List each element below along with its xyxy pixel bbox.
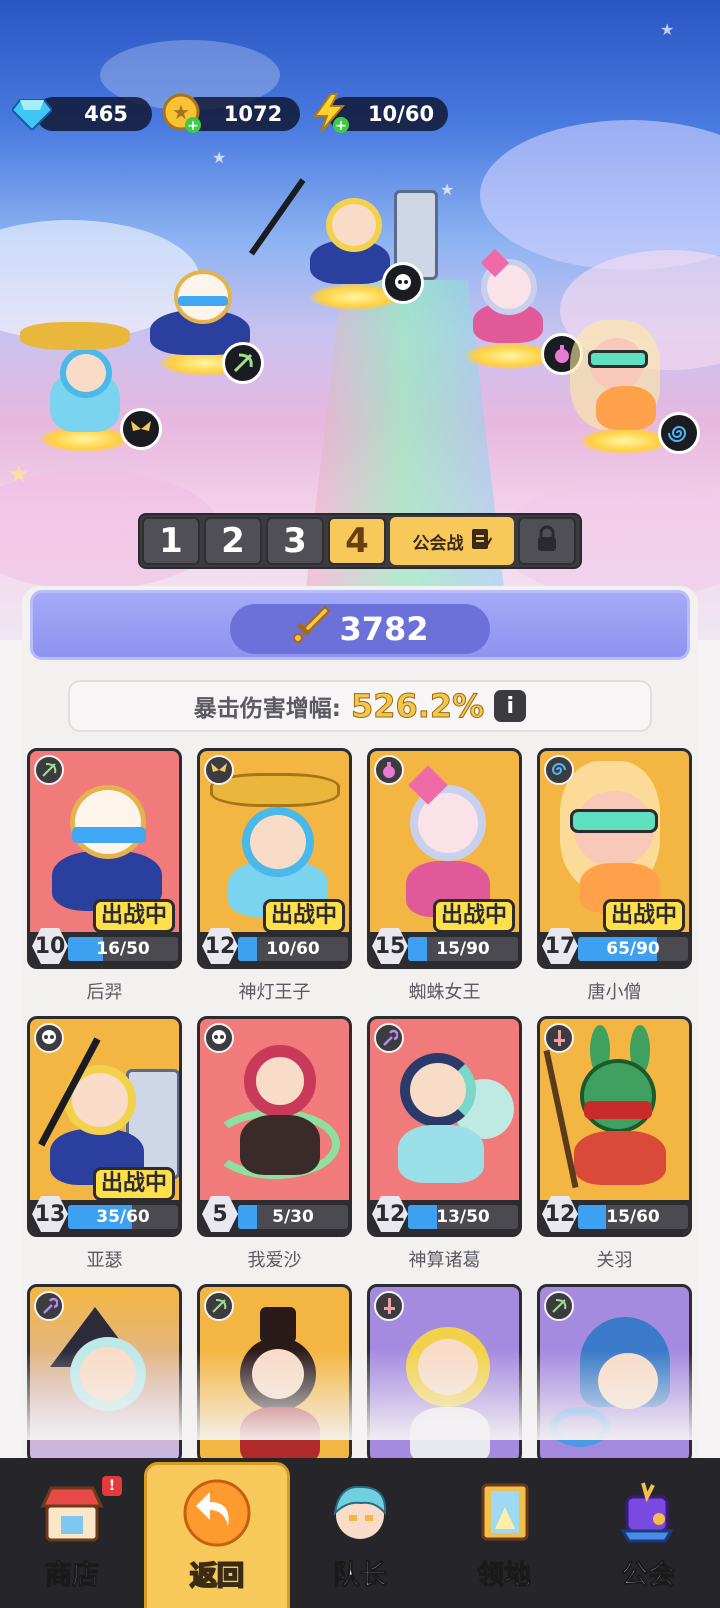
info-icon[interactable]: i <box>494 690 527 722</box>
tab-guild-war[interactable]: 公会战 <box>390 517 514 565</box>
shard-progress: 35/60 <box>68 1205 178 1229</box>
captain-icon <box>325 1479 395 1545</box>
crit-value: 526.2% <box>350 687 485 726</box>
guild-war-label: 公会战 <box>412 533 464 554</box>
gold-value: 1072 <box>223 102 283 126</box>
hero-card[interactable]: 出战中 15 15/90 <box>367 748 522 969</box>
in-battle-tag: 出战中 <box>432 899 515 933</box>
scene-hero-monk[interactable] <box>570 320 720 460</box>
nav-shop[interactable]: 商店 <box>0 1458 144 1608</box>
back-arrow-icon <box>182 1479 252 1547</box>
hero-card[interactable]: 12 15/60 <box>537 1016 692 1237</box>
lock-icon <box>535 525 559 557</box>
diamond-value: 465 <box>84 102 128 126</box>
in-battle-tag: 出战中 <box>92 1167 175 1201</box>
guild-icon <box>613 1479 683 1545</box>
hero-name: 关羽 <box>596 1250 633 1271</box>
hero-card[interactable]: 5 5/30 <box>197 1016 352 1237</box>
power-value: 3782 <box>339 610 429 648</box>
hero-card[interactable]: 12 13/50 <box>367 1016 522 1237</box>
crit-damage-bar: 暴击伤害增幅: 526.2% i <box>68 680 652 732</box>
hero-name: 后羿 <box>86 982 123 1003</box>
energy-add-icon[interactable]: + <box>308 91 352 135</box>
hero-name: 蜘蛛女王 <box>408 982 481 1003</box>
bow-icon <box>34 755 64 785</box>
wings-icon <box>120 408 162 450</box>
hero-name: 神算诸葛 <box>408 1250 481 1271</box>
svg-text:+: + <box>187 118 199 134</box>
sword-icon <box>291 605 331 653</box>
shard-progress: 13/50 <box>408 1205 518 1229</box>
crit-label: 暴击伤害增幅: <box>193 696 341 722</box>
lock-tab[interactable] <box>518 517 576 565</box>
hero-card[interactable]: 出战中 12 10/60 <box>197 748 352 969</box>
spiral-icon <box>658 412 700 454</box>
tab-team-1[interactable]: 1 <box>142 517 200 565</box>
tab-team-4[interactable]: 4 <box>328 517 386 565</box>
skull-icon <box>34 1023 64 1053</box>
shop-icon <box>37 1479 107 1545</box>
tab-team-2[interactable]: 2 <box>204 517 262 565</box>
diamond-icon <box>10 91 54 135</box>
shard-progress: 16/50 <box>68 937 178 961</box>
nav-captain[interactable]: 队长 <box>288 1458 432 1608</box>
wand-icon <box>34 1291 64 1321</box>
team-tabs: 1 2 3 4 公会战 <box>138 513 582 569</box>
bow-icon <box>544 1291 574 1321</box>
potion-icon <box>374 755 404 785</box>
in-battle-tag: 出战中 <box>92 899 175 933</box>
edit-icon <box>470 527 492 556</box>
scene-hero-archer[interactable] <box>130 260 280 390</box>
hero-name: 神灯王子 <box>238 982 311 1003</box>
nav-territory-label: 领地 <box>477 1560 532 1592</box>
shard-progress: 15/90 <box>408 937 518 961</box>
shard-progress: 65/90 <box>578 937 688 961</box>
nav-shop-label: 商店 <box>45 1560 100 1592</box>
sword-icon <box>544 1023 574 1053</box>
bow-icon <box>222 342 264 384</box>
nav-captain-label: 队长 <box>333 1560 388 1592</box>
territory-icon <box>469 1479 539 1545</box>
hero-name: 亚瑟 <box>86 1250 123 1271</box>
nav-guild[interactable]: 公会 <box>576 1458 720 1608</box>
in-battle-tag: 出战中 <box>602 899 685 933</box>
shop-alert-badge: ! <box>102 1476 122 1496</box>
nav-guild-label: 公会 <box>621 1560 676 1592</box>
wings-icon <box>204 755 234 785</box>
bow-icon <box>204 1291 234 1321</box>
shard-progress: 15/60 <box>578 1205 688 1229</box>
spiral-icon <box>544 755 574 785</box>
hero-name: 唐小僧 <box>587 982 642 1003</box>
team-power: 3782 <box>230 604 490 654</box>
skull-icon <box>382 262 424 304</box>
shard-progress: 5/30 <box>238 1205 348 1229</box>
nav-territory[interactable]: 领地 <box>432 1458 576 1608</box>
hero-card[interactable]: 出战中 17 65/90 <box>537 748 692 969</box>
tab-team-3[interactable]: 3 <box>266 517 324 565</box>
svg-text:+: + <box>335 118 347 134</box>
nav-back[interactable]: 返回 <box>144 1462 290 1608</box>
sword-icon <box>374 1291 404 1321</box>
hero-card[interactable]: 出战中 10 16/50 <box>27 748 182 969</box>
energy-value: 10/60 <box>367 102 435 126</box>
nav-back-label: 返回 <box>189 1560 245 1593</box>
hero-name: 我爱沙 <box>247 1250 302 1271</box>
wand-icon <box>374 1023 404 1053</box>
shard-progress: 10/60 <box>238 937 348 961</box>
scene-hero-knight[interactable] <box>248 178 450 320</box>
gold-add-icon[interactable]: ★ + <box>160 91 204 135</box>
in-battle-tag: 出战中 <box>262 899 345 933</box>
hero-card[interactable]: 出战中 13 35/60 <box>27 1016 182 1237</box>
skull-icon <box>204 1023 234 1053</box>
